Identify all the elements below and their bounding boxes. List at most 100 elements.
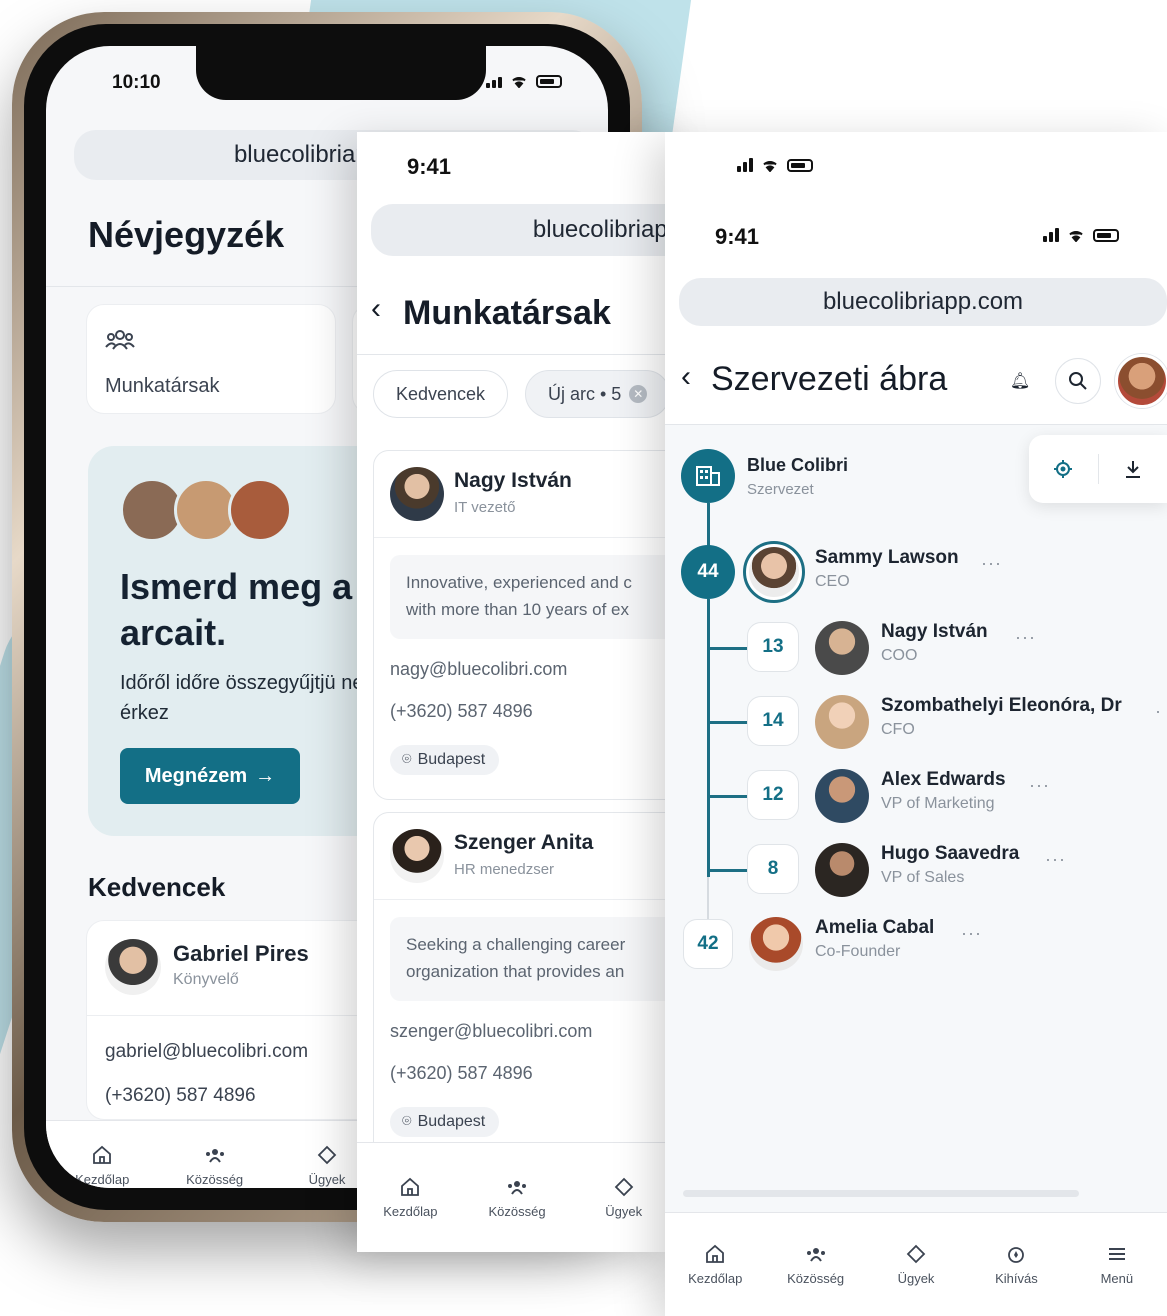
- filter-chip-favorites[interactable]: Kedvencek: [373, 370, 509, 418]
- status-time: 10:10: [112, 72, 161, 93]
- tab-challenge[interactable]: Kihívás: [966, 1213, 1066, 1316]
- person-phone[interactable]: (+3620) 587 4896: [390, 701, 533, 722]
- wifi-icon: [510, 74, 528, 89]
- community-icon: [205, 1149, 224, 1163]
- view-button[interactable]: Megnézem →: [120, 748, 300, 804]
- url-bar[interactable]: bluecolibriapp: [371, 204, 677, 256]
- notch: [196, 46, 486, 100]
- person-role: Co-Founder: [815, 943, 901, 960]
- home-icon: [706, 1244, 725, 1263]
- person-name: Hugo Saavedra: [881, 843, 1020, 864]
- filter-chip-new[interactable]: Új arc • 5 ✕: [525, 370, 671, 418]
- home-icon: [401, 1177, 420, 1196]
- person-role: VP of Marketing: [881, 795, 995, 812]
- arrow-right-icon: →: [255, 764, 276, 787]
- person-role: CFO: [881, 721, 915, 738]
- download-button[interactable]: [1099, 435, 1167, 503]
- building-icon: [696, 466, 720, 486]
- count-badge[interactable]: 8: [747, 844, 799, 894]
- org-name: Blue Colibri: [747, 455, 849, 475]
- tab-cases[interactable]: Ügyek: [570, 1143, 677, 1252]
- person-name: Szombathelyi Eleonóra, Dr: [881, 695, 1122, 716]
- more-icon[interactable]: ···: [1045, 849, 1066, 870]
- bottom-tab-bar: Kezdőlap Közösség Ügyek: [357, 1142, 677, 1252]
- download-icon: [1125, 461, 1140, 478]
- avatar-group: [120, 478, 292, 542]
- person-bio: Seeking a challenging career organization…: [390, 917, 677, 1001]
- person-name: Nagy István: [881, 621, 988, 642]
- tab-community[interactable]: Közösség: [464, 1143, 571, 1252]
- more-icon[interactable]: ···: [1015, 627, 1036, 648]
- more-icon[interactable]: ···: [981, 553, 1002, 574]
- avatar[interactable]: [815, 621, 869, 675]
- back-icon[interactable]: ‹: [371, 292, 381, 326]
- close-icon[interactable]: ✕: [629, 385, 648, 403]
- avatar[interactable]: [815, 843, 869, 897]
- back-icon[interactable]: ‹: [681, 360, 691, 394]
- person-email[interactable]: nagy@bluecolibri.com: [390, 659, 567, 680]
- avatar[interactable]: [743, 541, 805, 603]
- avatar[interactable]: [749, 917, 803, 971]
- person-email[interactable]: gabriel@bluecolibri.com: [105, 1041, 308, 1063]
- tab-home[interactable]: Kezdőlap: [665, 1213, 765, 1316]
- location-badge: ⌾ Budapest: [390, 745, 500, 775]
- more-icon[interactable]: ·: [1155, 701, 1162, 722]
- tab-cases[interactable]: Ügyek: [866, 1213, 966, 1316]
- bottom-tab-bar: Kezdőlap Közösség Ügyek Kihívás Menü: [665, 1212, 1167, 1316]
- favorites-title: Kedvencek: [88, 872, 226, 902]
- count-badge[interactable]: 44: [681, 545, 735, 599]
- more-icon[interactable]: ···: [961, 923, 982, 944]
- page-title: Névjegyzék: [88, 214, 285, 255]
- community-icon: [806, 1248, 825, 1262]
- tab-community[interactable]: Közösség: [765, 1213, 865, 1316]
- avatar[interactable]: [815, 769, 869, 823]
- person-name: Gabriel Pires: [173, 941, 309, 966]
- notification-button[interactable]: 🔔︎: [997, 358, 1043, 404]
- pin-icon: ⌾: [402, 751, 412, 768]
- more-icon[interactable]: ···: [1029, 775, 1050, 796]
- community-icon: [508, 1181, 526, 1195]
- menu-icon: [1108, 1248, 1125, 1260]
- horizontal-scrollbar[interactable]: [683, 1190, 1079, 1197]
- phone3-screen: 9:41 bluecolibriapp.com ‹ Szervezeti ábr…: [665, 132, 1167, 1316]
- organization-node[interactable]: [681, 449, 735, 503]
- search-icon: [1069, 372, 1087, 390]
- person-card[interactable]: Nagy István IT vezető Innovative, experi…: [373, 450, 677, 800]
- avatar[interactable]: [1115, 354, 1167, 408]
- person-name: Nagy István: [454, 469, 572, 492]
- person-email[interactable]: szenger@bluecolibri.com: [390, 1021, 592, 1042]
- tab-community[interactable]: Közösség: [158, 1121, 270, 1188]
- person-role: Könyvelő: [173, 971, 239, 988]
- count-badge[interactable]: 12: [747, 770, 799, 820]
- person-phone[interactable]: (+3620) 587 4896: [105, 1085, 256, 1107]
- avatar[interactable]: [815, 695, 869, 749]
- person-card[interactable]: Szenger Anita HR menedzser Seeking a cha…: [373, 812, 677, 1162]
- category-card-munkatarsak[interactable]: Munkatársak: [86, 304, 336, 414]
- org-type: Szervezet: [747, 481, 814, 498]
- signal-icon: [737, 158, 753, 172]
- locate-button[interactable]: [1029, 435, 1098, 503]
- avatar: [228, 478, 292, 542]
- url-bar[interactable]: bluecolibriapp.com: [679, 278, 1167, 326]
- person-bio: Innovative, experienced and c with more t…: [390, 555, 677, 639]
- count-badge[interactable]: 13: [747, 622, 799, 672]
- person-role: IT vezető: [454, 499, 516, 516]
- tab-menu[interactable]: Menü: [1067, 1213, 1167, 1316]
- location-badge: ⌾ Budapest: [390, 1107, 500, 1137]
- person-name: Sammy Lawson: [815, 547, 959, 568]
- signal-icon: [1043, 228, 1059, 242]
- count-badge[interactable]: 42: [683, 919, 733, 969]
- page-title: Munkatársak: [403, 294, 611, 332]
- person-name: Szenger Anita: [454, 831, 594, 854]
- org-chart: Blue Colibri Szervezet 44 Sammy Lawson C…: [665, 425, 1167, 1225]
- person-phone[interactable]: (+3620) 587 4896: [390, 1063, 533, 1084]
- tab-home[interactable]: Kezdőlap: [357, 1143, 464, 1252]
- status-icons: [737, 158, 813, 173]
- count-badge[interactable]: 14: [747, 696, 799, 746]
- page-title: Szervezeti ábra: [711, 360, 948, 398]
- battery-icon: [536, 75, 562, 88]
- search-button[interactable]: [1055, 358, 1101, 404]
- category-label: Munkatársak: [105, 375, 220, 397]
- status-time: 9:41: [407, 154, 452, 179]
- tab-home[interactable]: Kezdőlap: [46, 1121, 158, 1188]
